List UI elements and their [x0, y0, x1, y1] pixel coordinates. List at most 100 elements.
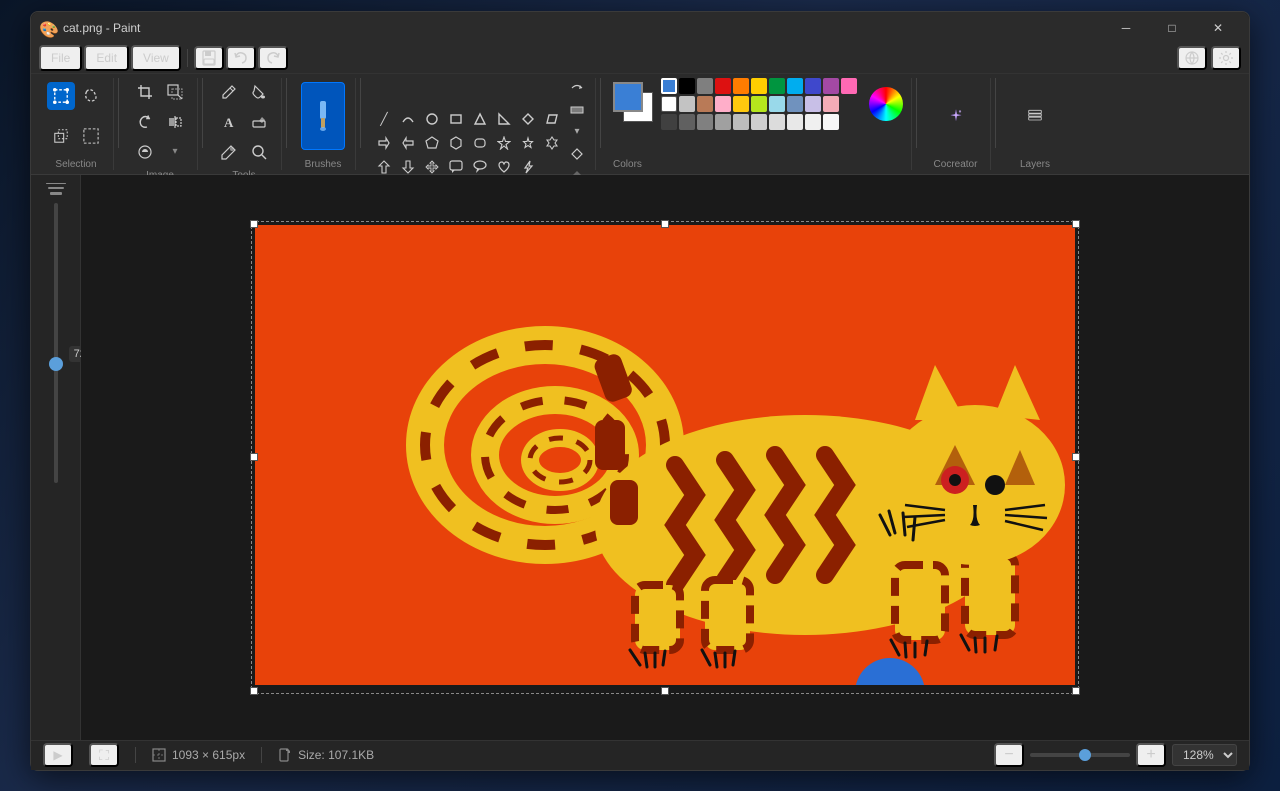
swatch-dkgray1[interactable] [661, 114, 677, 130]
swatch-tan[interactable] [697, 96, 713, 112]
magnifier-button[interactable] [245, 138, 273, 166]
swatch-lpink[interactable] [715, 96, 731, 112]
handle-tr[interactable] [1072, 220, 1080, 228]
outline-color[interactable] [567, 144, 587, 164]
outline-select[interactable] [567, 78, 587, 98]
shape-hexagon[interactable] [445, 132, 467, 154]
shape-star6[interactable] [541, 132, 563, 154]
zoom-in-button[interactable]: + [1136, 743, 1166, 767]
zoom-select[interactable]: 128% 100% 75% 50% 200% [1172, 744, 1237, 766]
handle-ml[interactable] [250, 453, 258, 461]
handle-br[interactable] [1072, 687, 1080, 695]
menu-edit[interactable]: Edit [84, 45, 129, 71]
handle-mr[interactable] [1072, 453, 1080, 461]
settings-button[interactable] [1211, 46, 1241, 70]
swatch-gray9[interactable] [805, 114, 821, 130]
fullscreen-status[interactable]: ⛶ [89, 743, 119, 767]
paint-canvas[interactable] [255, 225, 1075, 685]
shape-rect[interactable] [445, 108, 467, 130]
zoom-slider[interactable] [1030, 753, 1130, 757]
handle-bl[interactable] [250, 687, 258, 695]
resize-button[interactable] [161, 78, 189, 106]
handle-tm[interactable] [661, 220, 669, 228]
cocreator-button[interactable] [934, 86, 978, 146]
shape-rounded-rect[interactable] [469, 132, 491, 154]
adjust-button[interactable] [131, 138, 159, 166]
text-button[interactable]: A [215, 108, 243, 136]
save-button[interactable] [194, 46, 224, 70]
swatch-cyan[interactable] [787, 78, 803, 94]
swatch-ltgray[interactable] [679, 96, 695, 112]
swatch-gray3[interactable] [697, 114, 713, 130]
shapes-dropdown[interactable]: ▾ [567, 122, 587, 142]
swatch-gray10[interactable] [823, 114, 839, 130]
menu-view[interactable]: View [131, 45, 181, 71]
swatch-gray7[interactable] [769, 114, 785, 130]
pencil-button[interactable] [215, 78, 243, 106]
cursor-tool-status[interactable]: ▶ [43, 743, 73, 767]
swatch-black[interactable] [679, 78, 695, 94]
swatch-periwinkle[interactable] [787, 96, 803, 112]
zoom-out-button[interactable]: − [994, 743, 1024, 767]
color-picker-button[interactable] [215, 138, 243, 166]
shape-circle[interactable] [421, 108, 443, 130]
shape-right-triangle[interactable] [493, 108, 515, 130]
shape-star5[interactable] [517, 132, 539, 154]
swatch-white[interactable] [661, 96, 677, 112]
handle-bm[interactable] [661, 687, 669, 695]
freeform-select-button[interactable] [77, 82, 105, 110]
swatch-gray4[interactable] [715, 114, 731, 130]
active-brush-button[interactable] [301, 82, 345, 150]
shape-curve[interactable] [397, 108, 419, 130]
swatch-gray6[interactable] [751, 114, 767, 130]
brush-size-slider[interactable]: 72px [54, 203, 58, 483]
redo-button[interactable] [258, 46, 288, 70]
crop-button[interactable] [131, 78, 159, 106]
fill-select[interactable] [567, 100, 587, 120]
color-wheel-button[interactable] [869, 87, 903, 121]
shape-line[interactable]: ╱ [373, 108, 395, 130]
brush-size-thumb[interactable] [49, 357, 63, 371]
menu-file[interactable]: File [39, 45, 82, 71]
canvas-area[interactable] [81, 175, 1249, 740]
swatch-lavender[interactable] [805, 96, 821, 112]
layers-button[interactable] [1013, 86, 1057, 146]
eraser-button[interactable] [245, 108, 273, 136]
foreground-color-box[interactable] [613, 82, 643, 112]
swatch-lime[interactable] [751, 96, 767, 112]
swatch-gray8[interactable] [787, 114, 803, 130]
swatch-blue[interactable] [661, 78, 677, 94]
globe-button[interactable] [1177, 46, 1207, 70]
handle-tl[interactable] [250, 220, 258, 228]
swatch-red[interactable] [715, 78, 731, 94]
swatch-yellow[interactable] [751, 78, 767, 94]
swatch-rose[interactable] [823, 96, 839, 112]
swatch-orange[interactable] [733, 78, 749, 94]
shape-pentagon[interactable] [421, 132, 443, 154]
select-all-button[interactable] [77, 122, 105, 150]
undo-button[interactable] [226, 46, 256, 70]
shape-star4[interactable] [493, 132, 515, 154]
shape-arrow-left[interactable] [397, 132, 419, 154]
swatch-pink[interactable] [841, 78, 857, 94]
shape-triangle[interactable] [469, 108, 491, 130]
swatch-dkgray2[interactable] [679, 114, 695, 130]
image-menu-btn[interactable]: ▾ [161, 138, 189, 166]
swatch-purple[interactable] [823, 78, 839, 94]
swatch-gray1[interactable] [697, 78, 713, 94]
flip-button[interactable] [161, 108, 189, 136]
shape-diamond[interactable] [517, 108, 539, 130]
swatch-gold[interactable] [733, 96, 749, 112]
rectangular-select-button[interactable] [47, 82, 75, 110]
shape-parallelogram[interactable] [541, 108, 563, 130]
rotate-button[interactable] [131, 108, 159, 136]
swatch-green[interactable] [769, 78, 785, 94]
maximize-button[interactable]: □ [1149, 12, 1195, 44]
close-button[interactable]: ✕ [1195, 12, 1241, 44]
zoom-thumb[interactable] [1079, 749, 1091, 761]
swatch-ltblue[interactable] [769, 96, 785, 112]
fill-button[interactable] [245, 78, 273, 106]
minimize-button[interactable]: ─ [1103, 12, 1149, 44]
shape-arrow-right[interactable] [373, 132, 395, 154]
swatch-blue2[interactable] [805, 78, 821, 94]
